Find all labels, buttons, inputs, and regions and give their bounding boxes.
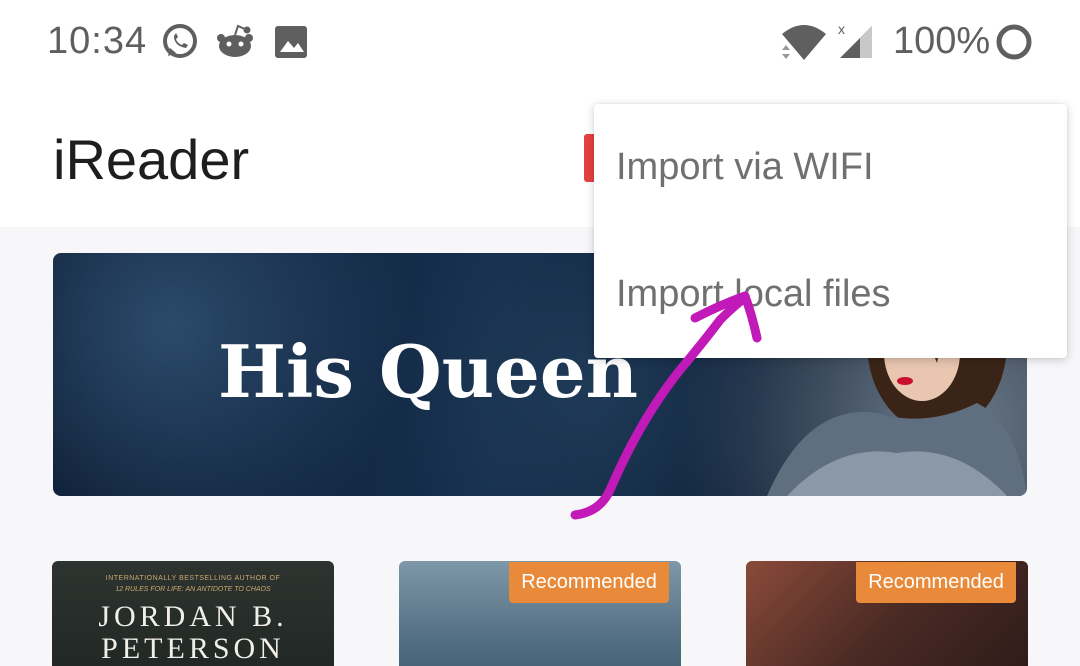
book-author-line-1: JORDAN B. [98,600,288,633]
wifi-icon [782,25,826,60]
menu-item-import-wifi[interactable]: Import via WIFI [594,104,1067,231]
recommended-badge: Recommended [509,562,669,603]
book-cover-2[interactable]: Recommended [399,561,681,666]
import-menu: Import via WIFI Import local files [594,104,1067,358]
book-cover-3[interactable]: Recommended [746,561,1028,666]
book-cover-author: JORDAN B. PETERSON [52,601,334,665]
battery-percent: 100% [893,20,991,62]
menu-item-import-local-files[interactable]: Import local files [594,231,1067,358]
reddit-icon [217,24,253,57]
status-time: 10:34 [47,20,148,62]
app-title: iReader [53,128,250,191]
battery-ring-icon [996,24,1032,60]
image-icon [275,26,307,58]
book-author-line-2: PETERSON [101,632,285,665]
status-bar: 10:34 x 100% [0,0,1080,84]
book-cover-subtitle-2: 12 RULES FOR LIFE: AN ANTIDOTE TO CHAOS [115,586,271,593]
svg-text:x: x [838,22,845,37]
book-cover-subtitle: INTERNATIONALLY BESTSELLING AUTHOR OF [105,575,281,582]
book-cover-1[interactable]: INTERNATIONALLY BESTSELLING AUTHOR OF 12… [52,561,334,666]
banner-title: His Queen [218,329,639,414]
whatsapp-icon [163,24,197,58]
cell-signal-icon: x [838,22,872,58]
recommended-badge: Recommended [856,562,1016,603]
